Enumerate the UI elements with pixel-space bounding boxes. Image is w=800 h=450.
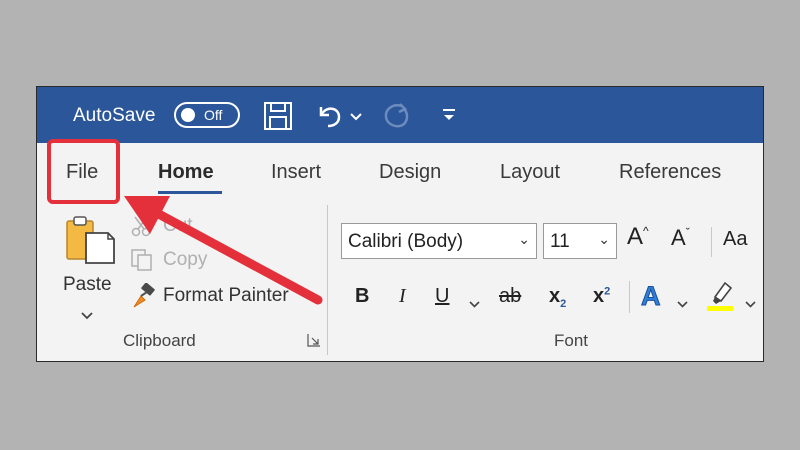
font-name-value: Calibri (Body) <box>348 231 464 252</box>
redo-icon[interactable] <box>380 100 412 137</box>
copy-label[interactable]: Copy <box>163 249 207 271</box>
divider <box>711 227 712 257</box>
highlighter-icon[interactable] <box>705 279 737 318</box>
copy-icon[interactable] <box>130 248 154 277</box>
subscript-mark: 2 <box>560 298 567 310</box>
autosave-toggle[interactable]: Off <box>174 102 240 128</box>
active-tab-indicator <box>158 191 222 194</box>
format-painter-label[interactable]: Format Painter <box>163 285 289 307</box>
paste-dropdown-icon[interactable] <box>81 307 93 325</box>
bold-button[interactable]: B <box>355 285 369 308</box>
tab-layout[interactable]: Layout <box>500 161 560 184</box>
chevron-down-icon: ⌄ <box>598 231 610 247</box>
autosave-state: Off <box>204 107 223 123</box>
paste-label[interactable]: Paste <box>63 274 112 296</box>
clipboard-launcher-icon[interactable] <box>307 333 321 352</box>
grow-font-glyph: A <box>627 223 644 250</box>
caret-down-icon: ˇ <box>685 225 690 240</box>
customize-toolbar-icon[interactable] <box>441 107 457 128</box>
shrink-font-button[interactable]: Aˇ <box>671 225 690 251</box>
save-icon[interactable] <box>263 101 293 136</box>
change-case-label: Aa <box>723 228 748 250</box>
underline-dropdown-icon[interactable] <box>469 295 480 313</box>
file-highlight-box <box>47 139 120 204</box>
highlighter-dropdown-icon[interactable] <box>745 295 756 313</box>
ribbon-tabs: File Home Insert Design Layout Reference… <box>37 143 763 201</box>
superscript-button[interactable]: x2 <box>593 285 610 308</box>
title-bar: AutoSave Off <box>37 87 763 143</box>
group-divider <box>327 205 328 355</box>
italic-button[interactable]: I <box>399 285 406 308</box>
subscript-glyph: x <box>549 285 561 307</box>
grow-font-button[interactable]: A^ <box>627 223 649 251</box>
chevron-down-icon: ⌄ <box>518 231 530 247</box>
paste-icon[interactable] <box>64 215 116 270</box>
undo-dropdown-icon[interactable] <box>350 109 362 127</box>
word-window: AutoSave Off File Home Insert Design Lay… <box>36 86 764 362</box>
superscript-mark: 2 <box>604 285 611 298</box>
font-size-dropdown[interactable]: 11 ⌄ <box>543 223 617 259</box>
text-effects-dropdown-icon[interactable] <box>677 295 688 313</box>
scissors-icon[interactable] <box>131 215 153 242</box>
tab-insert[interactable]: Insert <box>271 161 321 184</box>
shrink-font-glyph: A <box>671 225 686 250</box>
caret-up-icon: ^ <box>643 224 649 238</box>
autosave-label: AutoSave <box>73 105 156 126</box>
font-size-value: 11 <box>550 231 570 252</box>
undo-icon[interactable] <box>315 101 345 136</box>
toggle-knob <box>181 108 195 122</box>
format-painter-icon[interactable] <box>130 282 156 314</box>
clipboard-group-label: Clipboard <box>123 331 196 350</box>
change-case-button[interactable]: Aa <box>723 228 747 251</box>
font-name-dropdown[interactable]: Calibri (Body) ⌄ <box>341 223 537 259</box>
divider <box>629 281 630 313</box>
tab-home[interactable]: Home <box>158 161 214 184</box>
text-effects-button[interactable]: A <box>641 281 661 312</box>
superscript-glyph: x <box>593 285 605 307</box>
strikethrough-button[interactable]: ab <box>499 285 521 308</box>
tab-design[interactable]: Design <box>379 161 441 184</box>
font-group-label: Font <box>554 331 589 350</box>
underline-button[interactable]: U <box>435 285 449 308</box>
subscript-button[interactable]: x2 <box>549 285 566 310</box>
cut-label[interactable]: Cut <box>163 215 193 237</box>
ribbon-home: Paste Cut Copy Format Painter Clipboard … <box>37 201 763 361</box>
tab-references[interactable]: References <box>619 161 721 184</box>
